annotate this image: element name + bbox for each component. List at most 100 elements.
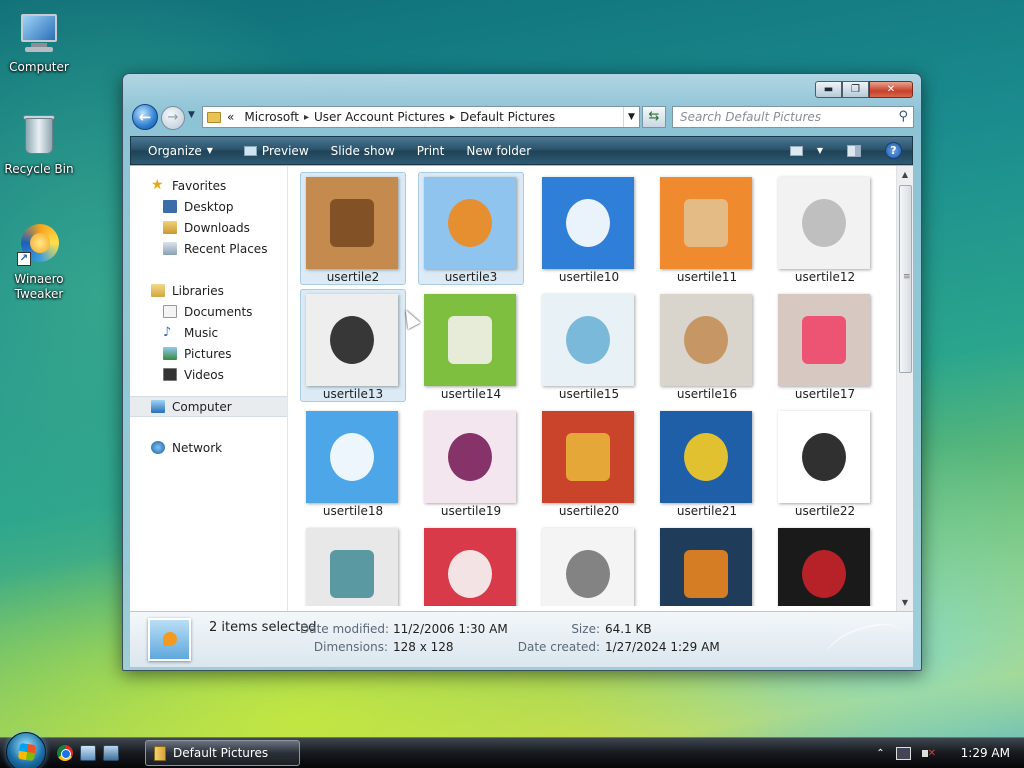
nav-network[interactable]: Network [130, 437, 287, 458]
nav-favorites[interactable]: ★ Favorites [130, 175, 287, 196]
file-tile[interactable]: usertile13 [300, 289, 406, 402]
breadcrumb-separator[interactable]: ▸ [450, 112, 455, 123]
dimensions-label: Dimensions: [313, 640, 388, 654]
file-tile[interactable]: usertile2 [300, 172, 406, 285]
details-pane: 2 items selected Date modified: 11/2/200… [130, 611, 913, 675]
minimize-button[interactable]: ▬ [815, 81, 842, 98]
file-tile[interactable] [536, 523, 642, 606]
volume-muted-icon[interactable] [921, 747, 936, 760]
file-name: usertile22 [794, 504, 856, 518]
nav-libraries[interactable]: Libraries [130, 280, 287, 301]
file-tile[interactable]: usertile3 [418, 172, 524, 285]
file-name: usertile18 [322, 504, 384, 518]
organize-button[interactable]: Organize ▼ [131, 144, 224, 158]
file-tile[interactable] [300, 523, 406, 606]
breadcrumb-overflow[interactable]: « [227, 110, 234, 124]
refresh-button[interactable]: ⇆ [642, 106, 666, 128]
view-options-chevron-icon[interactable]: ▼ [817, 146, 823, 155]
content-area: ★ Favorites Desktop Downloads Recent Pla… [130, 166, 913, 611]
slideshow-button[interactable]: Slide show [320, 144, 406, 158]
folder-icon [207, 111, 221, 123]
desktop-icon-label: Computer [9, 60, 69, 74]
size-label: Size: [571, 622, 600, 636]
caption-buttons: ▬ ❐ ✕ [815, 81, 913, 98]
file-tile[interactable]: usertile11 [654, 172, 760, 285]
file-name: usertile17 [794, 387, 856, 401]
vertical-scrollbar[interactable]: ▲ ≡ ▼ [896, 166, 913, 611]
decorative-feather [821, 615, 909, 675]
search-input[interactable]: Search Default Pictures ⚲ [672, 106, 914, 128]
forward-button[interactable]: → [161, 106, 185, 130]
desktop-icon-winaero-tweaker[interactable]: ↗ Winaero Tweaker [4, 222, 74, 302]
show-desktop-icon[interactable] [80, 745, 96, 761]
nav-computer[interactable]: Computer [130, 396, 287, 417]
close-button[interactable]: ✕ [869, 81, 913, 98]
show-hidden-icons-icon[interactable]: ⌃ [876, 748, 884, 759]
address-dropdown[interactable]: ▼ [623, 107, 639, 127]
nav-downloads[interactable]: Downloads [130, 217, 287, 238]
desktop-icon-recycle-bin[interactable]: Recycle Bin [4, 112, 74, 177]
clock[interactable]: 1:29 AM [961, 746, 1010, 760]
chrome-icon[interactable] [57, 745, 73, 761]
file-tile[interactable]: usertile10 [536, 172, 642, 285]
nav-music[interactable]: ♪ Music [130, 322, 287, 343]
taskbar-button-default-pictures[interactable]: Default Pictures [145, 740, 300, 766]
file-tile[interactable]: usertile18 [300, 406, 406, 519]
file-tile[interactable]: usertile12 [772, 172, 878, 285]
back-button[interactable]: ← [132, 104, 158, 130]
start-button[interactable] [6, 732, 46, 768]
nav-videos[interactable]: Videos [130, 364, 287, 385]
scrollbar-thumb[interactable]: ≡ [899, 185, 912, 373]
print-button[interactable]: Print [406, 144, 456, 158]
file-tile[interactable] [418, 523, 524, 606]
search-icon[interactable]: ⚲ [898, 107, 908, 127]
desktop-icon [163, 200, 177, 213]
date-modified-value[interactable]: 11/2/2006 1:30 AM [393, 622, 508, 636]
network-icon[interactable] [895, 746, 911, 760]
help-icon[interactable]: ? [885, 142, 902, 159]
scroll-down-arrow-icon[interactable]: ▼ [897, 594, 913, 611]
file-tile[interactable]: usertile14 [418, 289, 524, 402]
file-tile[interactable]: usertile17 [772, 289, 878, 402]
nav-recent-places[interactable]: Recent Places [130, 238, 287, 259]
new-folder-button[interactable]: New folder [455, 144, 542, 158]
star-icon: ★ [151, 177, 164, 193]
nav-documents[interactable]: Documents [130, 301, 287, 322]
file-name: usertile10 [558, 270, 620, 284]
address-bar[interactable]: « Microsoft ▸ User Account Pictures ▸ De… [202, 106, 640, 128]
recent-pages-dropdown[interactable]: ▼ [188, 110, 195, 120]
breadcrumb-microsoft[interactable]: Microsoft [244, 110, 299, 124]
switch-windows-icon[interactable] [103, 745, 119, 761]
nav-pictures[interactable]: Pictures [130, 343, 287, 364]
thumbnail-image [424, 528, 516, 606]
thumbnail-image [660, 294, 752, 386]
maximize-button[interactable]: ❐ [842, 81, 869, 98]
file-tile[interactable]: usertile20 [536, 406, 642, 519]
file-tile[interactable]: usertile22 [772, 406, 878, 519]
computer-icon [151, 400, 165, 413]
thumbnail-image [306, 528, 398, 606]
preview-button[interactable]: Preview [224, 144, 320, 158]
scroll-up-arrow-icon[interactable]: ▲ [897, 166, 913, 183]
change-view-icon[interactable] [789, 145, 803, 156]
breadcrumb-default-pictures[interactable]: Default Pictures [460, 110, 555, 124]
notification-area: ⌃ 1:29 AM [876, 738, 1024, 768]
file-tile[interactable]: usertile21 [654, 406, 760, 519]
file-tile[interactable]: usertile15 [536, 289, 642, 402]
file-tile[interactable]: usertile16 [654, 289, 760, 402]
desktop-icon-computer[interactable]: Computer [4, 10, 74, 75]
file-tile[interactable]: usertile19 [418, 406, 524, 519]
network-icon [151, 441, 165, 454]
breadcrumb-separator[interactable]: ▸ [304, 112, 309, 123]
chevron-down-icon: ▼ [206, 146, 213, 155]
breadcrumb-user-account-pictures[interactable]: User Account Pictures [314, 110, 445, 124]
date-created-value[interactable]: 1/27/2024 1:29 AM [605, 640, 720, 654]
file-tile[interactable] [772, 523, 878, 606]
thumbnail-image [424, 177, 516, 269]
libraries-icon [151, 284, 165, 297]
recycle-bin-icon [15, 112, 63, 160]
winaero-tweaker-icon: ↗ [15, 222, 63, 270]
file-tile[interactable] [654, 523, 760, 606]
preview-pane-icon[interactable] [847, 144, 861, 157]
nav-desktop[interactable]: Desktop [130, 196, 287, 217]
